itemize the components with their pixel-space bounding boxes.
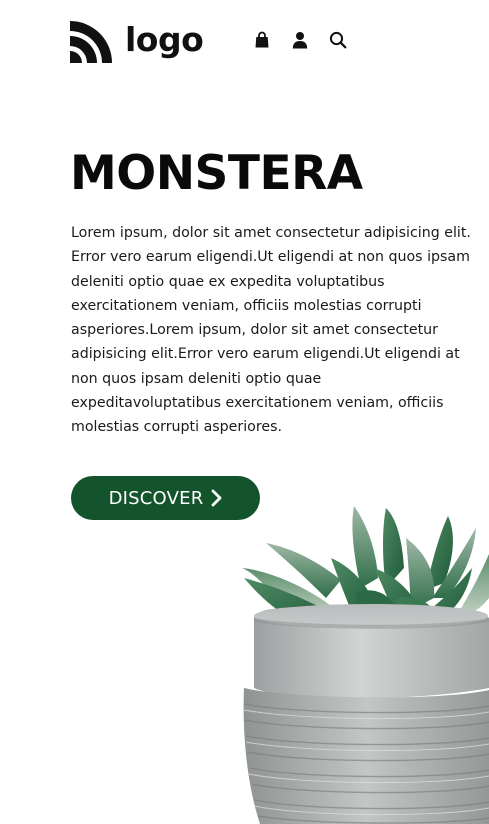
discover-button[interactable]: DISCOVER <box>71 476 260 520</box>
succulent-plant-image <box>242 506 489 824</box>
search-icon[interactable] <box>328 30 348 50</box>
shopping-bag-icon[interactable] <box>252 30 272 50</box>
logo-text: logo <box>125 19 204 59</box>
logo-mark-icon <box>70 21 112 63</box>
hero-title: MONSTERA <box>70 146 363 201</box>
hero-description: Lorem ipsum, dolor sit amet consectetur … <box>71 225 471 436</box>
discover-button-label: DISCOVER <box>108 487 204 509</box>
site-header: logo <box>0 0 489 80</box>
header-actions <box>252 30 348 50</box>
logo[interactable]: logo <box>70 19 204 63</box>
chevron-right-icon <box>211 489 222 507</box>
user-icon[interactable] <box>290 30 310 50</box>
